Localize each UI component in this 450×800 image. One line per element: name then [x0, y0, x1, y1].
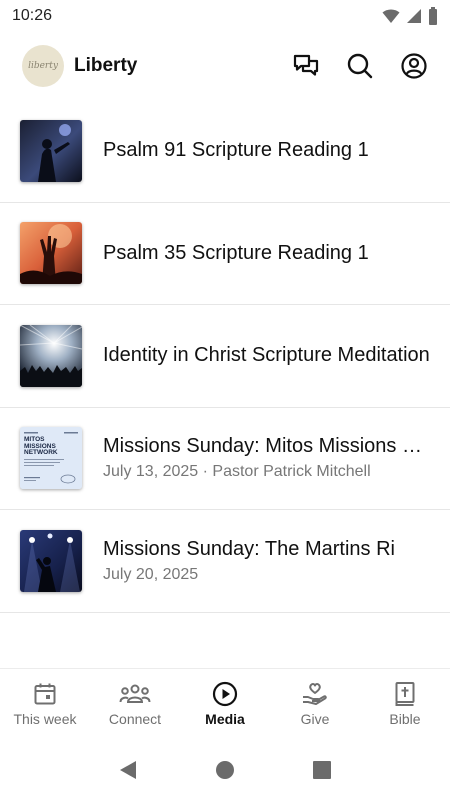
signal-icon [407, 9, 421, 23]
header-actions [290, 50, 430, 82]
page-title: Liberty [74, 55, 138, 76]
logo-text: liberty [28, 61, 58, 71]
list-item[interactable]: Identity in Christ Scripture Meditation [0, 305, 450, 408]
search-icon [347, 53, 373, 79]
tab-give[interactable]: Give [270, 669, 360, 740]
media-thumbnail [20, 222, 82, 285]
home-circle-icon [215, 761, 234, 779]
search-button[interactable] [344, 50, 376, 82]
tab-label: This week [13, 711, 77, 727]
home-button[interactable] [205, 750, 245, 790]
item-title: Identity in Christ Scripture Meditation [103, 344, 430, 367]
app-header: liberty Liberty [0, 40, 450, 92]
media-thumbnail [20, 119, 82, 182]
tab-this-week[interactable]: This week [0, 669, 90, 740]
media-thumbnail [20, 324, 82, 387]
back-triangle-icon [120, 761, 137, 779]
calendar-icon [34, 683, 56, 705]
tab-label: Media [205, 711, 245, 727]
tab-media[interactable]: Media [180, 669, 270, 740]
media-thumbnail: MITOS MISSIONS NETWORK [20, 427, 82, 490]
status-time: 10:26 [12, 7, 53, 24]
media-thumbnail [20, 529, 82, 592]
list-item[interactable]: Psalm 35 Scripture Reading 1 [0, 203, 450, 305]
bottom-nav: This week Connect Media Give Bible [0, 668, 450, 740]
tab-bible[interactable]: Bible [360, 669, 450, 740]
tab-label: Connect [108, 711, 162, 727]
chat-icon [293, 54, 319, 76]
tab-label: Give [300, 711, 330, 727]
item-text: Psalm 91 Scripture Reading 1 [103, 139, 432, 162]
list-item[interactable]: MITOS MISSIONS NETWORK Missions Sunday: … [0, 408, 450, 510]
item-title: Psalm 35 Scripture Reading 1 [103, 241, 369, 264]
tab-connect[interactable]: Connect [90, 669, 180, 740]
thumbnail-text: MITOS MISSIONS NETWORK [24, 436, 58, 457]
item-text: Psalm 35 Scripture Reading 1 [103, 242, 432, 265]
item-text: Missions Sunday: The Martins Ri July 20,… [103, 538, 432, 584]
item-text: Identity in Christ Scripture Meditation [103, 344, 432, 367]
bible-icon [395, 682, 415, 706]
item-text: Missions Sunday: Mitos Missions Network … [103, 435, 432, 481]
people-icon [119, 684, 151, 703]
list-item[interactable]: Psalm 91 Scripture Reading 1 [0, 100, 450, 203]
profile-button[interactable] [398, 50, 430, 82]
item-subtitle: July 20, 2025 [103, 565, 199, 583]
heart-hand-icon [303, 683, 327, 705]
account-circle-icon [401, 53, 427, 79]
list-item[interactable]: Missions Sunday: The Martins Ri July 20,… [0, 510, 450, 613]
tab-label: Bible [389, 711, 421, 727]
recents-button[interactable] [302, 750, 342, 790]
messages-button[interactable] [290, 50, 322, 82]
item-title: Psalm 91 Scripture Reading 1 [103, 139, 369, 162]
back-button[interactable] [108, 750, 148, 790]
wifi-icon [382, 9, 400, 23]
battery-icon [429, 7, 437, 25]
status-icons [382, 7, 438, 25]
item-subtitle: July 13, 2025 · Pastor Patrick Mitchell [103, 463, 371, 481]
item-title: Missions Sunday: The Martins Ri [103, 537, 395, 560]
item-title: Missions Sunday: Mitos Missions Network [103, 435, 432, 458]
system-nav-bar [0, 746, 450, 794]
recents-square-icon [312, 761, 331, 779]
status-bar: 10:26 [0, 0, 450, 32]
media-list: Psalm 91 Scripture Reading 1 Psalm 35 Sc… [0, 100, 450, 613]
church-logo: liberty [22, 45, 64, 87]
play-circle-icon [212, 681, 238, 707]
